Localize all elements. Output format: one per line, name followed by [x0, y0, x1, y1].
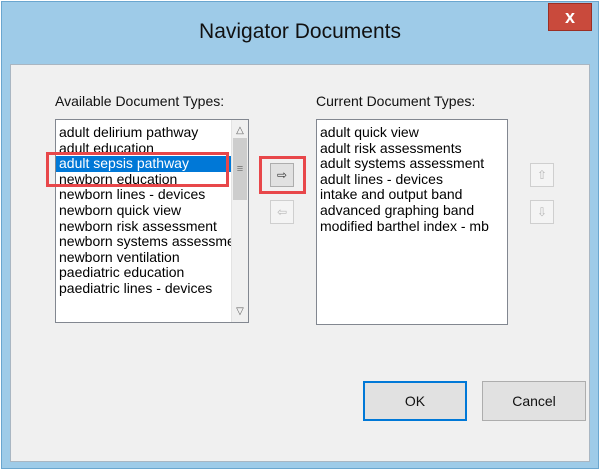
navigator-documents-window: Navigator Documents x Available Document… [1, 1, 599, 469]
scroll-down-arrow-icon[interactable]: ▽ [232, 303, 248, 320]
available-list-item[interactable]: newborn education [56, 172, 248, 188]
current-list-item[interactable]: advanced graphing band [317, 203, 507, 219]
available-list-item[interactable]: newborn lines - devices [56, 187, 248, 203]
available-list-item[interactable]: adult education [56, 141, 248, 157]
scroll-up-arrow-icon[interactable]: △ [232, 122, 248, 139]
current-list-item[interactable]: modified barthel index - mb [317, 219, 507, 235]
available-list-item[interactable]: newborn ventilation [56, 250, 248, 266]
cancel-button[interactable]: Cancel [482, 381, 586, 421]
available-list-item[interactable]: adult delirium pathway [56, 125, 248, 141]
move-up-button[interactable]: ⇧ [530, 163, 554, 187]
ok-button[interactable]: OK [363, 381, 467, 421]
add-document-button[interactable]: ⇨ [270, 163, 294, 187]
current-list-item[interactable]: adult risk assessments [317, 141, 507, 157]
dialog-client-area: Available Document Types: adult delirium… [10, 64, 590, 462]
close-button[interactable]: x [548, 3, 592, 31]
arrow-down-icon: ⇩ [536, 205, 548, 219]
available-list-item[interactable]: newborn quick view [56, 203, 248, 219]
grip-icon: ≡ [236, 163, 244, 175]
arrow-right-icon: ⇨ [276, 168, 288, 182]
current-document-types-label: Current Document Types: [316, 93, 476, 109]
title-bar[interactable]: Navigator Documents x [2, 2, 598, 64]
current-list-item[interactable]: adult quick view [317, 125, 507, 141]
current-list-item[interactable]: intake and output band [317, 187, 507, 203]
window-title: Navigator Documents [199, 20, 401, 43]
available-list-item[interactable]: newborn risk assessment [56, 219, 248, 235]
available-list-item[interactable]: newborn systems assessment [56, 234, 248, 250]
available-list-item[interactable]: paediatric education [56, 265, 248, 281]
remove-document-button[interactable]: ⇦ [270, 200, 294, 224]
available-list-item[interactable]: paediatric lines - devices [56, 281, 248, 297]
current-list-item[interactable]: adult systems assessment [317, 156, 507, 172]
scroll-thumb[interactable]: ≡ [233, 138, 247, 200]
arrow-up-icon: ⇧ [536, 168, 548, 182]
move-down-button[interactable]: ⇩ [530, 200, 554, 224]
current-document-types-list[interactable]: adult quick view adult risk assessments ad… [316, 119, 508, 325]
available-document-types-label: Available Document Types: [55, 93, 225, 109]
available-document-types-list[interactable]: adult delirium pathway adult education adu… [55, 119, 249, 323]
arrow-left-icon: ⇦ [276, 205, 288, 219]
current-list-item[interactable]: adult lines - devices [317, 172, 507, 188]
available-list-scrollbar[interactable]: △ ≡ ▽ [231, 120, 248, 322]
available-list-item[interactable]: adult sepsis pathway [56, 156, 248, 172]
